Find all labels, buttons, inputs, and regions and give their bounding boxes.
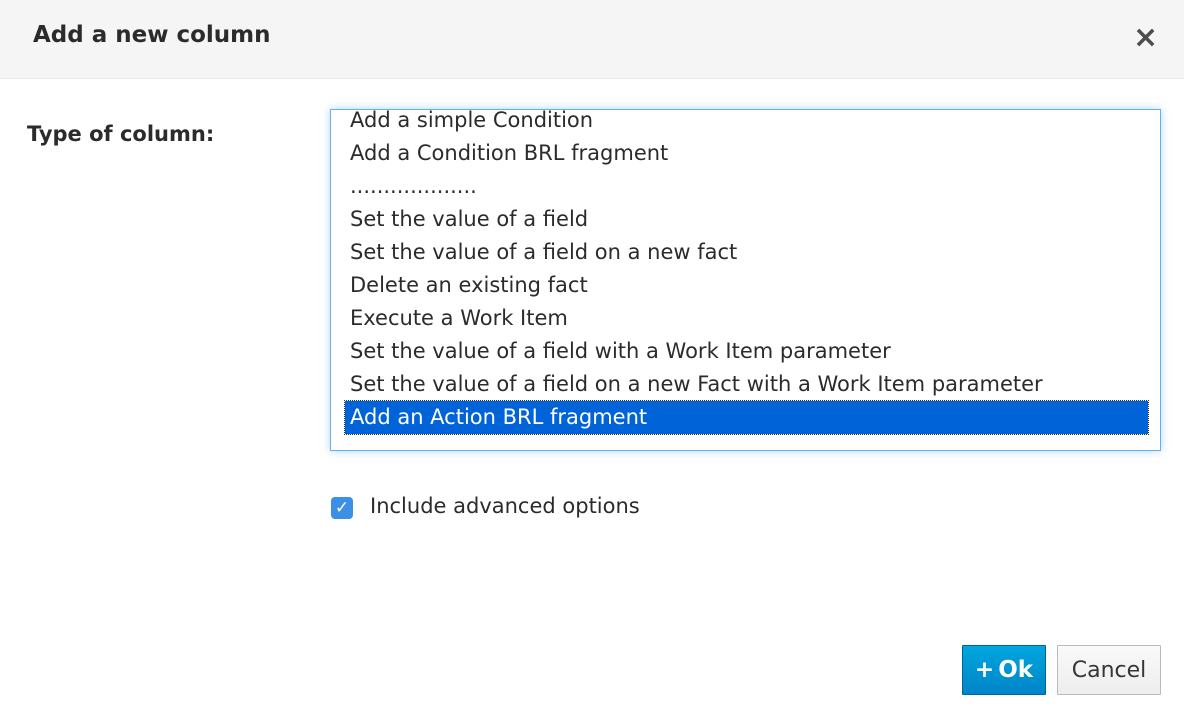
list-option-selected[interactable]: Add an Action BRL fragment bbox=[344, 400, 1149, 435]
close-icon[interactable]: × bbox=[1133, 20, 1158, 55]
ok-button[interactable]: + Ok bbox=[962, 645, 1046, 695]
advanced-options-label[interactable]: Include advanced options bbox=[370, 494, 640, 518]
list-option[interactable]: Add a Condition BRL fragment bbox=[345, 137, 1148, 170]
dialog-title: Add a new column bbox=[33, 22, 271, 48]
list-option[interactable]: Add a simple Condition bbox=[345, 110, 1148, 137]
column-type-listbox[interactable]: ................... Add a simple Conditi… bbox=[330, 109, 1161, 451]
plus-icon: + bbox=[974, 657, 995, 683]
ok-label: Ok bbox=[998, 657, 1034, 683]
type-of-column-label: Type of column: bbox=[27, 122, 215, 146]
list-option[interactable]: Set the value of a field with a Work Ite… bbox=[345, 335, 1148, 368]
list-option[interactable]: Set the value of a field bbox=[345, 203, 1148, 236]
list-option[interactable]: Set the value of a field on a new fact bbox=[345, 236, 1148, 269]
list-option[interactable]: Set the value of a field on a new Fact w… bbox=[345, 368, 1148, 401]
cancel-button[interactable]: Cancel bbox=[1057, 645, 1161, 695]
advanced-options-checkbox[interactable]: ✓ bbox=[331, 497, 353, 519]
list-option-separator: ................... bbox=[350, 174, 477, 198]
dialog-header: Add a new column × bbox=[0, 0, 1184, 79]
list-option[interactable]: Execute a Work Item bbox=[345, 302, 1148, 335]
list-option[interactable]: Delete an existing fact bbox=[345, 269, 1148, 302]
